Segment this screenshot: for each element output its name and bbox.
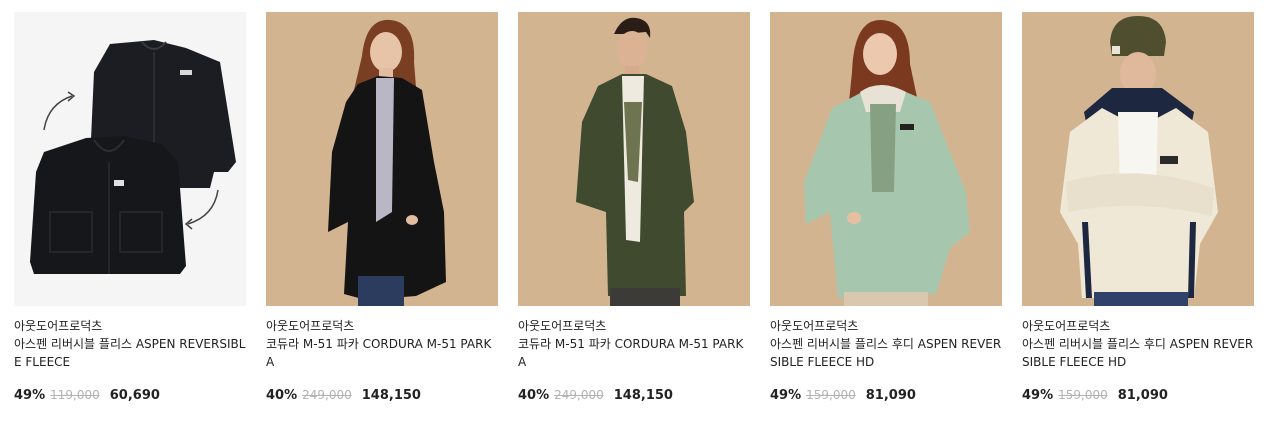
original-price: 249,000: [554, 388, 604, 402]
product-card[interactable]: 아웃도어프로덕츠 아스펜 리버시블 플리스 후디 ASPEN REVERSIBL…: [1022, 12, 1254, 405]
product-image[interactable]: [518, 12, 750, 306]
price-row: 40% 249,000 148,150: [518, 386, 750, 405]
price-row: 40% 249,000 148,150: [266, 386, 498, 405]
original-price: 159,000: [806, 388, 856, 402]
discount-rate: 49%: [14, 388, 46, 403]
sale-price: 60,690: [109, 388, 160, 403]
product-card[interactable]: 아웃도어프로덕츠 코듀라 M-51 파카 CORDURA M-51 PARKA …: [518, 12, 750, 405]
sale-price: 148,150: [613, 388, 673, 403]
sale-price: 148,150: [361, 388, 421, 403]
product-card[interactable]: 아웃도어프로덕츠 아스펜 리버시블 플리스 후디 ASPEN REVERSIBL…: [770, 12, 1002, 405]
discount-rate: 49%: [1022, 388, 1054, 403]
sale-price: 81,090: [865, 388, 916, 403]
product-image[interactable]: [266, 12, 498, 306]
discount-rate: 40%: [266, 388, 298, 403]
discount-rate: 49%: [770, 388, 802, 403]
price-row: 49% 119,000 60,690: [14, 386, 246, 405]
product-card[interactable]: 아웃도어프로덕츠 코듀라 M-51 파카 CORDURA M-51 PARKA …: [266, 12, 498, 405]
product-name[interactable]: 아스펜 리버시블 플리스 후디 ASPEN REVERSIBLE FLEECE …: [770, 335, 1002, 371]
product-brand[interactable]: 아웃도어프로덕츠: [518, 317, 750, 335]
product-name[interactable]: 코듀라 M-51 파카 CORDURA M-51 PARKA: [266, 335, 498, 371]
product-grid: 아웃도어프로덕츠 아스펜 리버시블 플리스 ASPEN REVERSIBLE F…: [14, 12, 1254, 405]
discount-rate: 40%: [518, 388, 550, 403]
product-name[interactable]: 코듀라 M-51 파카 CORDURA M-51 PARKA: [518, 335, 750, 371]
sale-price: 81,090: [1117, 388, 1168, 403]
original-price: 249,000: [302, 388, 352, 402]
product-brand[interactable]: 아웃도어프로덕츠: [266, 317, 498, 335]
original-price: 119,000: [50, 388, 100, 402]
product-card[interactable]: 아웃도어프로덕츠 아스펜 리버시블 플리스 ASPEN REVERSIBLE F…: [14, 12, 246, 405]
product-brand[interactable]: 아웃도어프로덕츠: [14, 317, 246, 335]
product-brand[interactable]: 아웃도어프로덕츠: [770, 317, 1002, 335]
price-row: 49% 159,000 81,090: [1022, 386, 1254, 405]
product-name[interactable]: 아스펜 리버시블 플리스 후디 ASPEN REVERSIBLE FLEECE …: [1022, 335, 1254, 371]
product-image[interactable]: [14, 12, 246, 306]
product-brand[interactable]: 아웃도어프로덕츠: [1022, 317, 1254, 335]
original-price: 159,000: [1058, 388, 1108, 402]
product-image[interactable]: [1022, 12, 1254, 306]
product-name[interactable]: 아스펜 리버시블 플리스 ASPEN REVERSIBLE FLEECE: [14, 335, 246, 371]
price-row: 49% 159,000 81,090: [770, 386, 1002, 405]
product-image[interactable]: [770, 12, 1002, 306]
